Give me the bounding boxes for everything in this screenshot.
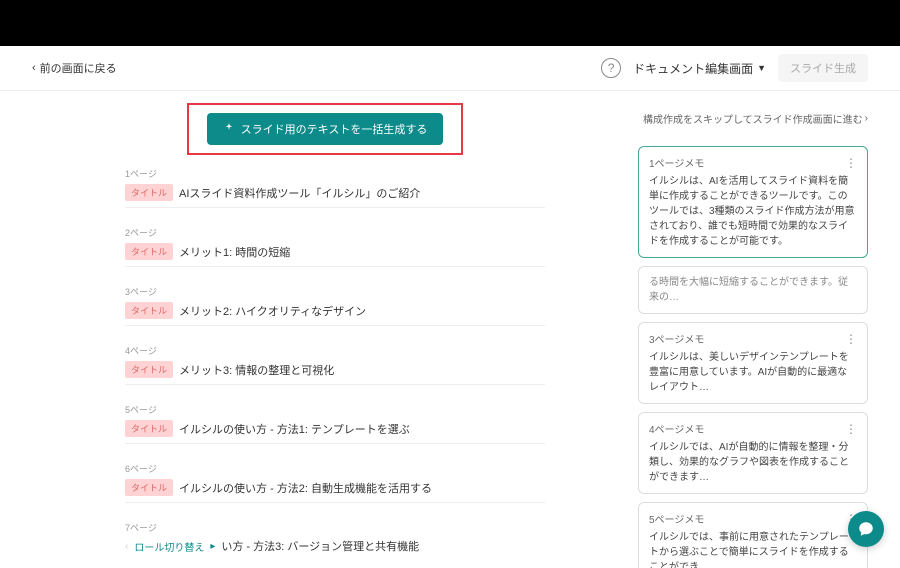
memo-title: 1ページメモ (649, 155, 704, 170)
header-right: ? ドキュメント編集画面 ▼ スライド生成 (601, 54, 868, 82)
title-tag: タイトル (125, 184, 173, 201)
memo-card[interactable]: 1ページメモ ⋮ イルシルは、AIを活用してスライド資料を簡単に作成することがで… (638, 146, 868, 258)
title-tag: タイトル (125, 361, 173, 378)
page-number: 7ページ (125, 521, 545, 534)
page-title: AIスライド資料作成ツール「イルシル」のご紹介 (179, 185, 420, 201)
page-block[interactable]: 1ページ タイトル AIスライド資料作成ツール「イルシル」のご紹介 (125, 167, 545, 208)
title-tag: タイトル (125, 302, 173, 319)
memo-title: 3ページメモ (649, 331, 704, 346)
memo-card[interactable]: る時間を大幅に短縮することができます。従来の… (638, 266, 868, 314)
memo-body: イルシルは、美しいデザインテンプレートを豊富に用意しています。AIが自動的に最適… (649, 350, 857, 395)
page-number: 2ページ (125, 226, 545, 239)
chevron-left-icon: ‹ (32, 62, 36, 74)
header: ‹ 前の画面に戻る ? ドキュメント編集画面 ▼ スライド生成 (0, 46, 900, 91)
bulk-generate-button[interactable]: スライド用のテキストを一括生成する (207, 113, 444, 145)
page-title: メリット2: ハイクオリティなデザイン (179, 303, 366, 319)
memo-body: イルシルは、AIを活用してスライド資料を簡単に作成することができるツールです。こ… (649, 174, 857, 249)
memo-title: 4ページメモ (649, 421, 704, 436)
memo-body: る時間を大幅に短縮することができます。従来の… (649, 275, 857, 305)
page-number: 1ページ (125, 167, 545, 180)
pages-list: 1ページ タイトル AIスライド資料作成ツール「イルシル」のご紹介 2ページ タ… (125, 167, 545, 568)
top-black-bar (0, 0, 900, 46)
help-icon[interactable]: ? (601, 58, 621, 78)
right-column: 構成作成をスキップしてスライド作成画面に進む › 1ページメモ ⋮ イルシルは、… (638, 103, 868, 568)
left-column: スライド用のテキストを一括生成する 1ページ タイトル AIスライド資料作成ツー… (32, 103, 618, 568)
chat-fab[interactable] (848, 511, 884, 547)
role-switch-button[interactable]: ロール切り替え (134, 539, 204, 554)
page-number: 5ページ (125, 403, 545, 416)
skip-link[interactable]: 構成作成をスキップしてスライド作成画面に進む › (638, 111, 868, 126)
cta-label: スライド用のテキストを一括生成する (241, 121, 428, 137)
page-block[interactable]: 7ページ ‹ ロール切り替え ▸ い方 - 方法3: バージョン管理と共有機能 (125, 521, 545, 554)
slide-generate-button[interactable]: スライド生成 (778, 54, 868, 82)
back-label: 前の画面に戻る (40, 60, 117, 76)
page-block[interactable]: 3ページ タイトル メリット2: ハイクオリティなデザイン (125, 285, 545, 326)
memo-card[interactable]: 4ページメモ ⋮ イルシルでは、AIが自動的に情報を整理・分類し、効果的なグラフ… (638, 412, 868, 494)
role-switch-row: ‹ ロール切り替え ▸ い方 - 方法3: バージョン管理と共有機能 (125, 538, 545, 554)
more-icon[interactable]: ⋮ (845, 157, 857, 169)
memo-card[interactable]: 5ページメモ ⋮ イルシルでは、事前に用意されたテンプレートから選ぶことで簡単に… (638, 502, 868, 568)
page-title: イルシルの使い方 - 方法2: 自動生成機能を活用する (179, 480, 432, 496)
page-block[interactable]: 5ページ タイトル イルシルの使い方 - 方法1: テンプレートを選ぶ (125, 403, 545, 444)
memo-body: イルシルでは、AIが自動的に情報を整理・分類し、効果的なグラフや図表を作成するこ… (649, 440, 857, 485)
chevron-right-icon: › (865, 113, 868, 124)
memo-card[interactable]: 3ページメモ ⋮ イルシルは、美しいデザインテンプレートを豊富に用意しています。… (638, 322, 868, 404)
sparkle-icon (223, 122, 235, 137)
view-dropdown[interactable]: ドキュメント編集画面 ▼ (633, 60, 766, 77)
dropdown-label: ドキュメント編集画面 (633, 60, 753, 77)
more-icon[interactable]: ⋮ (845, 333, 857, 345)
back-link[interactable]: ‹ 前の画面に戻る (32, 60, 117, 76)
more-icon[interactable]: ⋮ (845, 423, 857, 435)
cta-highlight-box: スライド用のテキストを一括生成する (187, 103, 464, 155)
page-title: イルシルの使い方 - 方法1: テンプレートを選ぶ (179, 421, 410, 437)
title-tag: タイトル (125, 420, 173, 437)
page-number: 6ページ (125, 462, 545, 475)
memo-body: イルシルでは、事前に用意されたテンプレートから選ぶことで簡単にスライドを作成する… (649, 530, 857, 568)
title-tag: タイトル (125, 479, 173, 496)
page-title: メリット1: 時間の短縮 (179, 244, 290, 260)
memo-title: 5ページメモ (649, 511, 704, 526)
page-block[interactable]: 2ページ タイトル メリット1: 時間の短縮 (125, 226, 545, 267)
chevron-down-icon: ▼ (757, 63, 766, 73)
chevron-left-icon[interactable]: ‹ (125, 541, 128, 552)
title-tag: タイトル (125, 243, 173, 260)
main: スライド用のテキストを一括生成する 1ページ タイトル AIスライド資料作成ツー… (0, 91, 900, 568)
page-block[interactable]: 6ページ タイトル イルシルの使い方 - 方法2: 自動生成機能を活用する (125, 462, 545, 503)
page-number: 4ページ (125, 344, 545, 357)
memo-list: 1ページメモ ⋮ イルシルは、AIを活用してスライド資料を簡単に作成することがで… (638, 146, 868, 568)
page-number: 3ページ (125, 285, 545, 298)
page-title: い方 - 方法3: バージョン管理と共有機能 (221, 538, 419, 554)
skip-label: 構成作成をスキップしてスライド作成画面に進む (643, 111, 863, 126)
chevron-right-icon[interactable]: ▸ (210, 541, 215, 552)
page-title: メリット3: 情報の整理と可視化 (179, 362, 334, 378)
page-block[interactable]: 4ページ タイトル メリット3: 情報の整理と可視化 (125, 344, 545, 385)
